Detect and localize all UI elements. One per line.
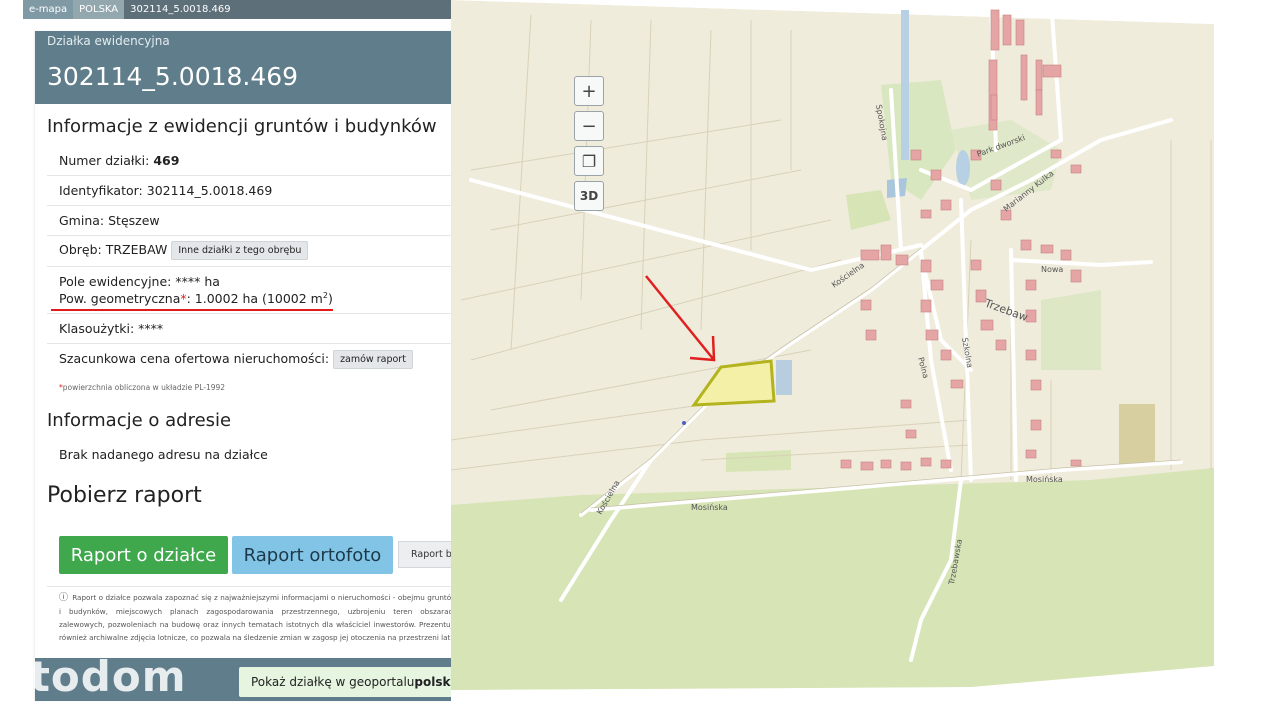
row-gmina: Gmina: Stęszew	[47, 205, 451, 236]
footnote: *powierzchnia obliczona w układzie PL-19…	[59, 383, 226, 392]
row-powierzchnia: Pole ewidencyjne: **** ha Pow. geometryc…	[47, 266, 451, 313]
pond	[956, 150, 970, 186]
klasouzytki-text: Klasoużytki: ****	[59, 321, 164, 336]
obreb-text: Obręb: TRZEBAW	[59, 242, 168, 257]
label-mosinska-1: Mosińska	[691, 503, 728, 512]
identyfikator-text: Identyfikator: 302114_5.0018.469	[59, 183, 273, 198]
panel-subtitle: Działka ewidencyjna	[47, 34, 170, 48]
layers-icon[interactable]: ❐	[574, 146, 604, 176]
section-title-adres: Informacje o adresie	[47, 410, 232, 431]
breadcrumb-item-parcel: 302114_5.0018.469	[124, 0, 237, 19]
stream	[901, 10, 909, 160]
otodom-watermark: otodom	[0, 652, 187, 701]
breadcrumb-item-polska[interactable]: POLSKA	[73, 0, 125, 19]
row-obreb: Obręb: TRZEBAW Inne działki z tego obrębu	[47, 235, 451, 267]
panel-header: Działka ewidencyjna 302114_5.0018.469	[35, 31, 451, 104]
label-mosinska-2: Mosińska	[1026, 475, 1063, 484]
report-info: ⓘ Raport o działce pozwala zapoznać się z…	[47, 586, 451, 655]
label-nowa: Nowa	[1041, 265, 1063, 274]
report-ortofoto-button[interactable]: Raport ortofoto	[232, 536, 393, 574]
breadcrumb-item-emapa[interactable]: e-mapa	[23, 0, 74, 19]
breadcrumb: e-mapa POLSKA 302114_5.0018.469	[23, 0, 451, 19]
section-title-raport: Pobierz raport	[47, 483, 202, 508]
map-view[interactable]: Spokojna Park dworski Marianny Kulka Koś…	[450, 0, 1280, 701]
numer-value: 469	[153, 153, 180, 168]
parcel-id-title: 302114_5.0018.469	[47, 62, 299, 91]
row-identyfikator: Identyfikator: 302114_5.0018.469	[47, 175, 451, 206]
row-klasouzytki: Klasoużytki: ****	[47, 313, 451, 344]
3d-view-button[interactable]: 3D	[574, 181, 604, 211]
zoom-in-button[interactable]: +	[574, 76, 604, 106]
report-info-text: Raport o działce pozwala zapoznać się z …	[59, 593, 451, 642]
show-in-geoportal-button[interactable]: Pokaż działkę w geoportalu polska	[239, 667, 451, 697]
cena-label: Szacunkowa cena ofertowa nieruchomości:	[59, 351, 330, 366]
adres-text: Brak nadanego adresu na działce	[59, 447, 268, 462]
row-cena: Szacunkowa cena ofertowa nieruchomości: z…	[47, 342, 451, 378]
parcel-info-panel: Działka ewidencyjna 302114_5.0018.469 In…	[35, 31, 451, 701]
gmina-text: Gmina: Stęszew	[59, 213, 160, 228]
row-adres: Brak nadanego adresu na działce	[47, 439, 451, 469]
other-parcels-button[interactable]: Inne działki z tego obrębu	[171, 241, 309, 260]
forest-area	[451, 468, 1214, 690]
order-report-button[interactable]: zamów raport	[333, 350, 413, 369]
row-numer: Numer działki: 469	[47, 146, 451, 176]
info-icon: ⓘ	[59, 593, 69, 603]
pole-ewidencyjne: Pole ewidencyjne: **** ha	[59, 274, 220, 289]
report-parcel-button[interactable]: Raport o działce	[59, 536, 228, 574]
section-title-ewidencja: Informacje z ewidencji gruntów i budynkó…	[47, 116, 437, 137]
pow-geometryczna: Pow. geometryczna*: 1.0002 ha (10002 m2)	[59, 291, 333, 307]
red-underline	[51, 309, 333, 311]
report-other-button[interactable]: Raport be	[398, 541, 451, 568]
zoom-out-button[interactable]: −	[574, 111, 604, 141]
numer-label: Numer działki:	[59, 153, 154, 168]
